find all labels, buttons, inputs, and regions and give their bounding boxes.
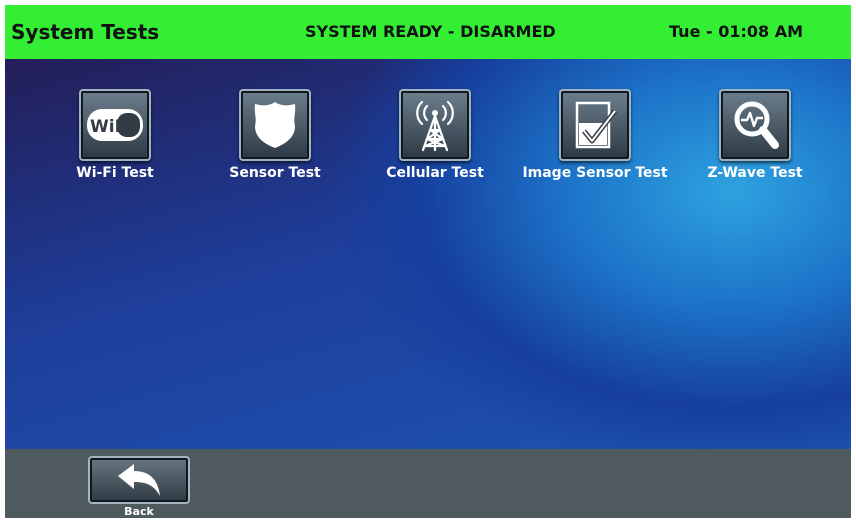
wifi-test-label: Wi-Fi Test bbox=[76, 165, 154, 181]
image-sensor-icon bbox=[575, 101, 617, 149]
zwave-test-tile[interactable]: Z-Wave Test bbox=[675, 89, 835, 181]
wifi-test-button[interactable]: WiFi bbox=[79, 89, 151, 161]
wifi-icon: WiFi bbox=[87, 109, 143, 141]
back-control[interactable]: Back bbox=[88, 456, 190, 518]
back-label: Back bbox=[124, 505, 154, 518]
clock: Tue - 01:08 AM bbox=[669, 22, 803, 41]
screen-frame: System Tests SYSTEM READY - DISARMED Tue… bbox=[5, 5, 851, 518]
zwave-test-button[interactable] bbox=[719, 89, 791, 161]
system-status: SYSTEM READY - DISARMED bbox=[305, 22, 556, 41]
cellular-test-button[interactable] bbox=[399, 89, 471, 161]
wifi-test-tile[interactable]: WiFi Wi-Fi Test bbox=[35, 89, 195, 181]
sensor-test-button[interactable] bbox=[239, 89, 311, 161]
status-bar: System Tests SYSTEM READY - DISARMED Tue… bbox=[5, 5, 851, 59]
back-arrow-icon bbox=[118, 464, 160, 496]
page-title: System Tests bbox=[11, 20, 160, 44]
image-sensor-test-tile[interactable]: Image Sensor Test bbox=[515, 89, 675, 181]
shield-icon bbox=[254, 102, 296, 148]
cellular-test-tile[interactable]: Cellular Test bbox=[355, 89, 515, 181]
sensor-test-tile[interactable]: Sensor Test bbox=[195, 89, 355, 181]
sensor-test-label: Sensor Test bbox=[229, 165, 321, 181]
image-sensor-test-button[interactable] bbox=[559, 89, 631, 161]
zwave-test-label: Z-Wave Test bbox=[707, 165, 803, 181]
tests-panel: WiFi Wi-Fi Test Sensor Test Cellular Tes… bbox=[5, 59, 851, 449]
cellular-test-label: Cellular Test bbox=[386, 165, 484, 181]
bottom-bar: Back bbox=[5, 449, 851, 518]
svg-text:WiFi: WiFi bbox=[90, 117, 132, 137]
cell-tower-icon bbox=[416, 100, 454, 152]
magnifier-icon bbox=[734, 101, 779, 149]
back-button[interactable] bbox=[88, 456, 190, 504]
image-sensor-test-label: Image Sensor Test bbox=[522, 165, 668, 181]
